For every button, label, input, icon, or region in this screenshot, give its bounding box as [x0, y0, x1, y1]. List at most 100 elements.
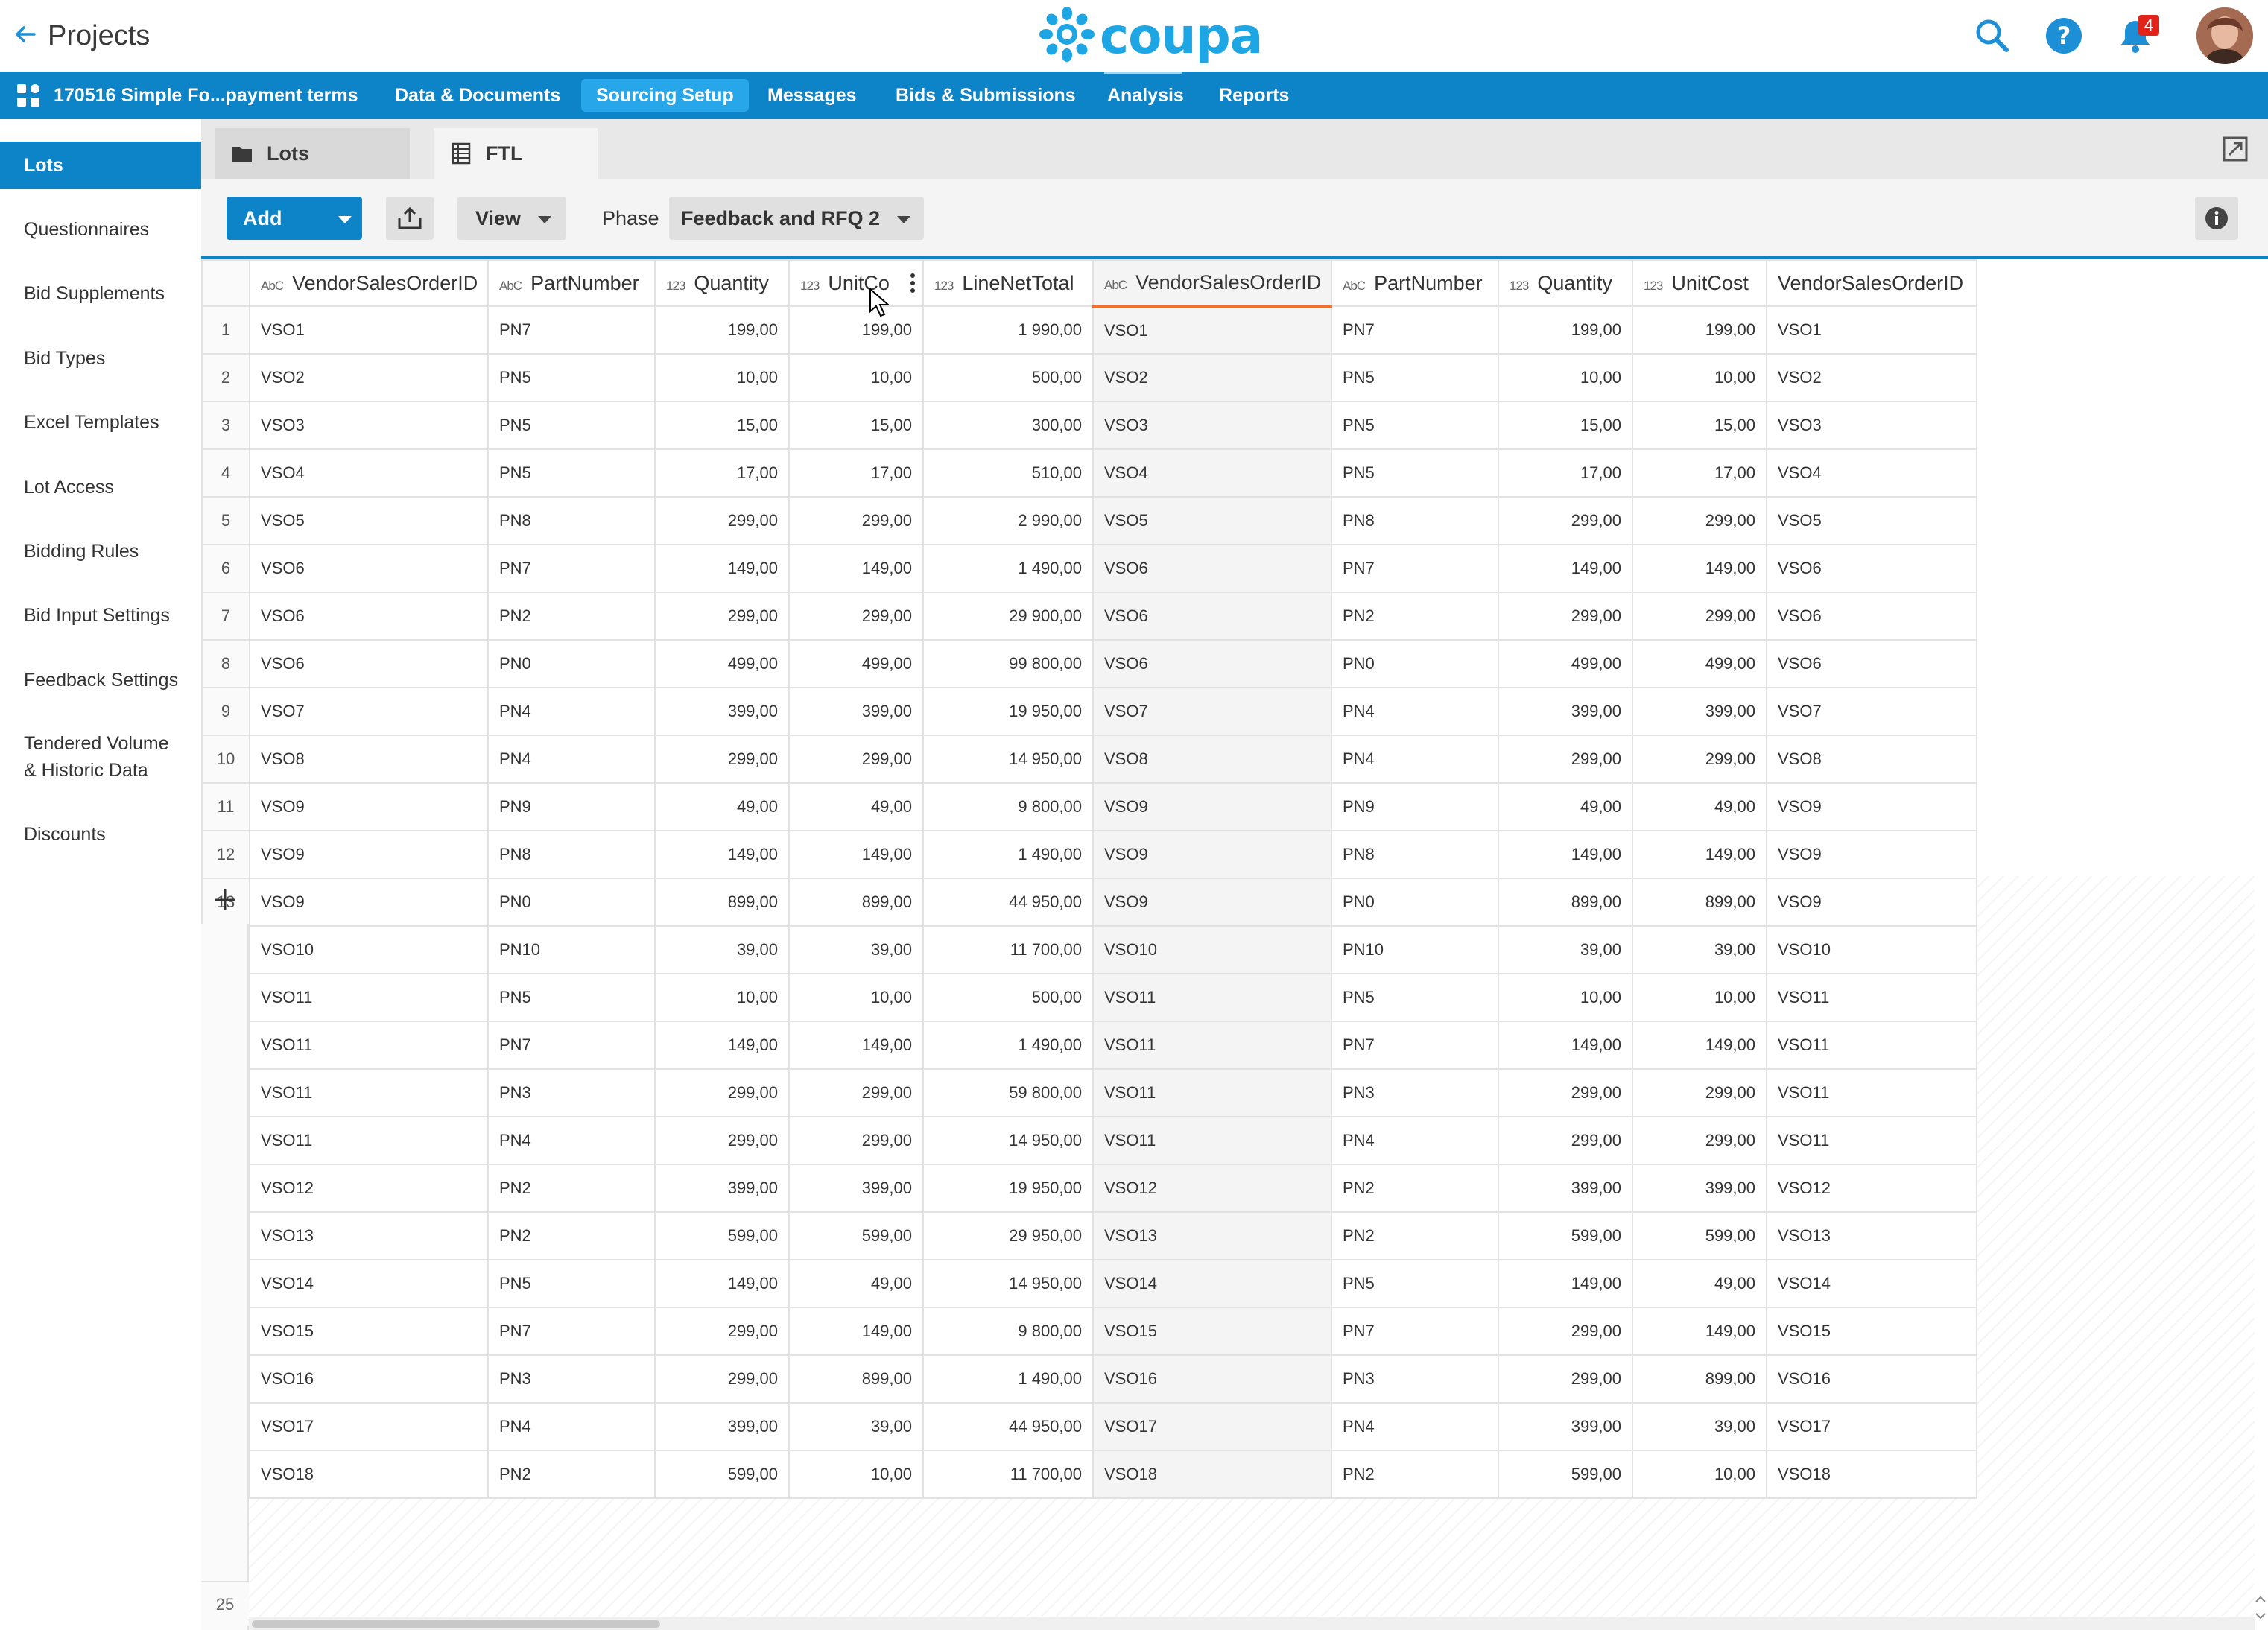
row-number[interactable]: 9: [201, 687, 250, 736]
table-cell[interactable]: 399,00: [788, 1164, 924, 1213]
table-cell[interactable]: PN4: [1331, 735, 1499, 784]
row-number[interactable]: 5: [201, 496, 250, 545]
table-cell[interactable]: PN8: [487, 830, 656, 879]
table-cell[interactable]: 899,00: [1632, 1354, 1767, 1404]
table-cell[interactable]: VSO16: [1766, 1354, 1977, 1404]
view-dropdown[interactable]: View: [457, 197, 566, 240]
nav-reports[interactable]: Reports: [1204, 79, 1304, 112]
table-cell[interactable]: PN3: [1331, 1068, 1499, 1117]
add-button[interactable]: Add: [227, 197, 362, 240]
table-cell[interactable]: VSO16: [249, 1354, 489, 1404]
table-cell[interactable]: 49,00: [1632, 1259, 1767, 1308]
table-cell[interactable]: VSO8: [249, 735, 489, 784]
horizontal-scrollbar[interactable]: [249, 1617, 2255, 1630]
table-cell[interactable]: 599,00: [788, 1211, 924, 1260]
table-cell[interactable]: PN3: [1331, 1354, 1499, 1404]
table-cell[interactable]: 149,00: [654, 1259, 790, 1308]
table-cell[interactable]: 299,00: [788, 735, 924, 784]
table-cell[interactable]: 10,00: [1498, 353, 1633, 402]
table-cell[interactable]: PN5: [1331, 353, 1499, 402]
table-cell[interactable]: VSO6: [1766, 592, 1977, 641]
table-cell[interactable]: VSO4: [1766, 448, 1977, 498]
row-number[interactable]: 6: [201, 544, 250, 593]
table-cell[interactable]: 1 490,00: [922, 1354, 1094, 1404]
table-cell[interactable]: VSO11: [1092, 1068, 1332, 1117]
table-cell[interactable]: 149,00: [1632, 1021, 1767, 1070]
table-cell[interactable]: 499,00: [788, 639, 924, 688]
row-number[interactable]: 4: [201, 448, 250, 498]
table-cell[interactable]: PN5: [1331, 448, 1499, 498]
sidebar-item-bid-types[interactable]: Bid Types: [0, 345, 201, 372]
table-cell[interactable]: VSO9: [1766, 782, 1977, 831]
table-cell[interactable]: 10,00: [654, 973, 790, 1022]
table-cell[interactable]: 399,00: [654, 1164, 790, 1213]
sidebar-item-bid-supplements[interactable]: Bid Supplements: [0, 280, 201, 307]
table-cell[interactable]: 10,00: [788, 973, 924, 1022]
table-cell[interactable]: PN3: [487, 1068, 656, 1117]
table-cell[interactable]: VSO13: [249, 1211, 489, 1260]
table-cell[interactable]: 149,00: [788, 830, 924, 879]
table-cell[interactable]: 899,00: [654, 878, 790, 927]
table-cell[interactable]: VSO1: [1092, 305, 1332, 355]
table-cell[interactable]: 9 800,00: [922, 1307, 1094, 1356]
table-cell[interactable]: VSO4: [249, 448, 489, 498]
column-header[interactable]: VendorSalesOrderID: [1766, 259, 1977, 307]
table-cell[interactable]: 17,00: [788, 448, 924, 498]
table-cell[interactable]: VSO18: [1092, 1450, 1332, 1499]
table-cell[interactable]: PN2: [1331, 1164, 1499, 1213]
table-cell[interactable]: PN2: [487, 1211, 656, 1260]
table-cell[interactable]: 299,00: [788, 1068, 924, 1117]
table-cell[interactable]: 10,00: [788, 353, 924, 402]
table-cell[interactable]: VSO3: [249, 401, 489, 450]
table-cell[interactable]: VSO2: [1766, 353, 1977, 402]
phase-select[interactable]: Feedback and RFQ 2: [669, 197, 924, 240]
table-cell[interactable]: VSO11: [249, 1021, 489, 1070]
table-cell[interactable]: VSO9: [1092, 830, 1332, 879]
row-number[interactable]: 1: [201, 305, 250, 355]
table-cell[interactable]: VSO3: [1092, 401, 1332, 450]
table-cell[interactable]: 29 900,00: [922, 592, 1094, 641]
table-cell[interactable]: 39,00: [1632, 925, 1767, 974]
sidebar-item-bid-input-settings[interactable]: Bid Input Settings: [0, 602, 201, 629]
table-cell[interactable]: VSO6: [249, 592, 489, 641]
table-cell[interactable]: 500,00: [922, 973, 1094, 1022]
table-cell[interactable]: 299,00: [654, 1354, 790, 1404]
table-cell[interactable]: VSO13: [1092, 1211, 1332, 1260]
table-cell[interactable]: 149,00: [654, 1021, 790, 1070]
table-cell[interactable]: 49,00: [788, 782, 924, 831]
table-cell[interactable]: PN5: [487, 1259, 656, 1308]
row-number[interactable]: 10: [201, 735, 250, 784]
table-cell[interactable]: 149,00: [654, 830, 790, 879]
table-cell[interactable]: VSO11: [249, 1116, 489, 1165]
sidebar-item-tendered-volume[interactable]: Tendered Volume & Historic Data: [0, 730, 186, 784]
column-header[interactable]: 123 Quantity: [654, 259, 790, 307]
table-cell[interactable]: 149,00: [1498, 830, 1633, 879]
table-cell[interactable]: 299,00: [788, 1116, 924, 1165]
table-cell[interactable]: VSO11: [1092, 1021, 1332, 1070]
project-name-link[interactable]: 170516 Simple Fo...payment terms: [39, 79, 373, 112]
table-cell[interactable]: 399,00: [1498, 1402, 1633, 1451]
table-cell[interactable]: 399,00: [788, 687, 924, 736]
table-cell[interactable]: 299,00: [1632, 496, 1767, 545]
table-cell[interactable]: VSO9: [1092, 878, 1332, 927]
table-cell[interactable]: 1 990,00: [922, 305, 1094, 355]
table-cell[interactable]: VSO1: [249, 305, 489, 355]
table-cell[interactable]: 39,00: [1498, 925, 1633, 974]
table-cell[interactable]: VSO16: [1092, 1354, 1332, 1404]
table-cell[interactable]: VSO17: [249, 1402, 489, 1451]
table-cell[interactable]: VSO9: [249, 830, 489, 879]
table-cell[interactable]: 44 950,00: [922, 878, 1094, 927]
table-cell[interactable]: 299,00: [1632, 1116, 1767, 1165]
expand-icon[interactable]: [2222, 136, 2249, 162]
row-number[interactable]: 11: [201, 782, 250, 831]
table-cell[interactable]: 149,00: [654, 544, 790, 593]
table-cell[interactable]: 299,00: [788, 496, 924, 545]
coupa-logo[interactable]: coupa: [1036, 6, 1263, 65]
row-number[interactable]: 7: [201, 592, 250, 641]
table-cell[interactable]: 299,00: [1498, 1354, 1633, 1404]
table-cell[interactable]: PN2: [487, 1450, 656, 1499]
tab-lots[interactable]: Lots: [215, 128, 410, 179]
table-cell[interactable]: PN5: [1331, 973, 1499, 1022]
nav-sourcing-setup[interactable]: Sourcing Setup: [581, 79, 749, 112]
help-icon[interactable]: ?: [2044, 16, 2083, 55]
